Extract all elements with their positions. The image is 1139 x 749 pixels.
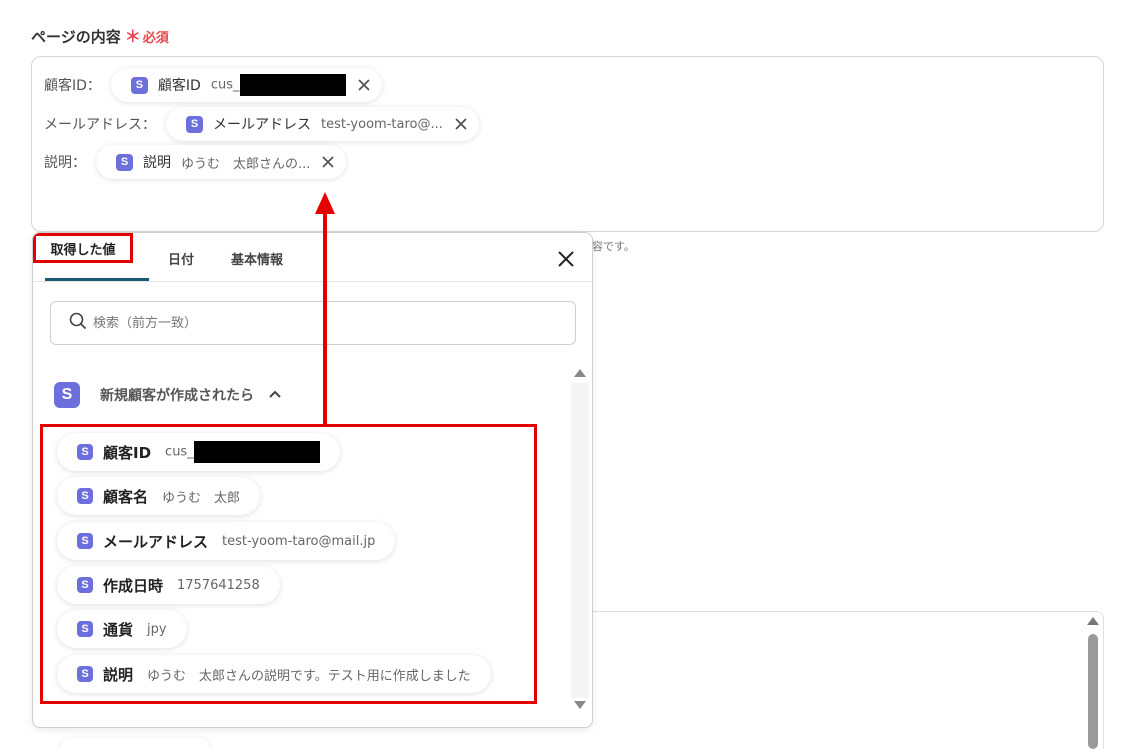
active-tab-underline [45,278,149,281]
required-star: ＊ [124,26,141,46]
pill-value: ゆうむ 太郎さんの... [181,156,311,172]
picker-tabs: 取得した値 日付 基本情報 [33,233,592,282]
stripe-icon: S [54,382,80,408]
page-content-editor[interactable]: 顧客ID： S 顧客ID cus_ メールアドレス： S メールアドレス tes… [31,56,1104,232]
tab-date[interactable]: 日付 [168,249,194,268]
annotation-arrow-shaft [323,210,327,425]
close-icon[interactable] [556,249,576,269]
required-indicator: ＊ 必須 [125,27,169,46]
scrollbar-thumb[interactable] [1088,634,1098,749]
stripe-icon: S [186,115,203,133]
annotation-arrow-head [315,192,335,214]
search-input[interactable] [93,315,533,331]
redaction-bar [239,74,346,96]
editor-line-email: メールアドレス： S メールアドレス test-yoom-taro@... [44,107,479,141]
tab-basic-info[interactable]: 基本情報 [231,249,283,268]
pill-value: test-yoom-taro@... [321,116,443,132]
tab-fetched-values[interactable]: 取得した値 [33,233,133,263]
editor-line-label: 顧客ID： [44,78,101,94]
stripe-icon: S [130,76,148,94]
stripe-icon: S [116,153,133,171]
editor-line-label: メールアドレス： [44,117,156,133]
lower-field[interactable] [592,611,1104,749]
scrollbar-track[interactable] [571,383,589,698]
editor-line-label: 説明： [44,155,86,171]
scroll-up-icon[interactable] [574,369,586,377]
field-hint: 容です。 [592,240,635,253]
section-title: ページの内容 ＊ 必須 [31,26,169,47]
variable-pill-email[interactable]: S メールアドレス test-yoom-taro@... [166,107,479,141]
pill-name: メールアドレス [213,117,311,133]
highlight-box [40,424,537,704]
remove-pill-icon[interactable] [320,154,336,170]
pill-name: 顧客ID [157,78,201,94]
trigger-group-header[interactable]: S 新規顧客が作成されたら [54,382,282,408]
remove-pill-icon[interactable] [453,116,469,132]
trigger-group-label: 新規顧客が作成されたら [100,388,254,404]
editor-line-description: 説明： S 説明 ゆうむ 太郎さんの... [44,145,347,179]
variable-pill-description[interactable]: S 説明 ゆうむ 太郎さんの... [96,145,347,179]
section-title-text: ページの内容 [31,28,121,46]
scroll-up-icon[interactable] [1087,617,1099,625]
partial-pill [60,738,210,749]
variable-pill-customer-id[interactable]: S 顧客ID cus_ [110,68,382,102]
pill-value: cus_ [211,74,346,96]
editor-line-customer-id: 顧客ID： S 顧客ID cus_ [44,68,382,102]
remove-pill-icon[interactable] [356,77,372,93]
scroll-down-icon[interactable] [574,701,586,709]
pill-value-text: cus_ [210,77,240,93]
search-icon [69,312,87,334]
search-box [50,301,576,345]
chevron-up-icon [268,387,282,403]
pill-name: 説明 [143,155,171,171]
required-label: 必須 [142,31,169,46]
